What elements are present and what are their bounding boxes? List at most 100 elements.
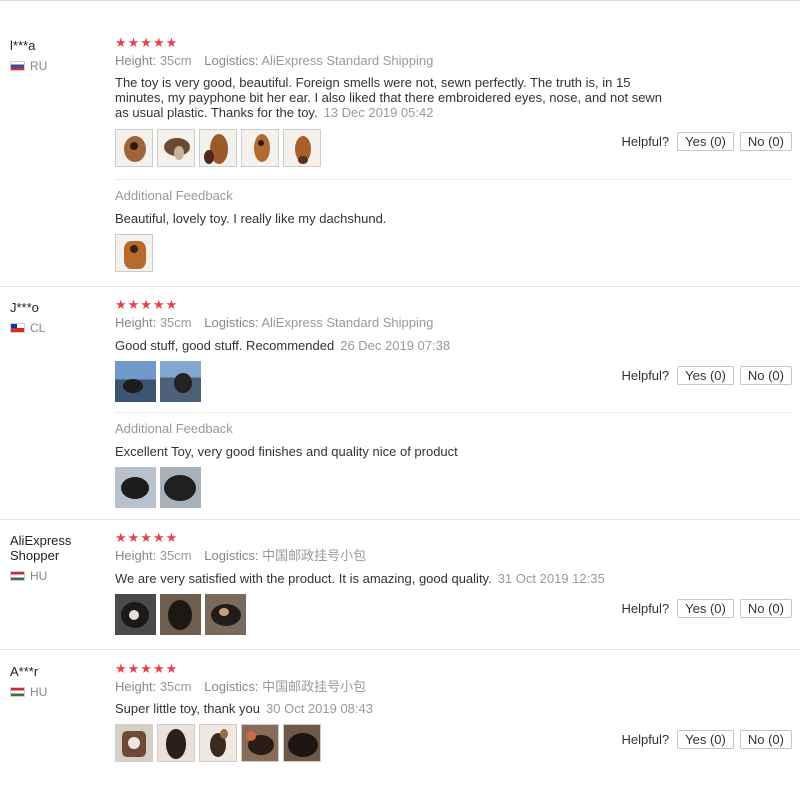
review-photos [115,361,201,402]
helpful-label: Helpful? [621,601,670,616]
additional-feedback-text: Beautiful, lovely toy. I really like my … [115,211,387,226]
divider [115,179,792,180]
country-code: RU [30,59,48,73]
review-photo[interactable] [205,594,246,635]
review-photo[interactable] [283,129,321,167]
helpful-yes-button[interactable]: Yes (0) [677,730,734,749]
review-photo[interactable] [160,594,201,635]
divider [0,286,800,287]
additional-feedback-text: Excellent Toy, very good finishes and qu… [115,444,458,459]
top-border [0,0,800,1]
review-meta: Height: 35cm Logistics: AliExpress Stand… [115,53,433,69]
logistics-label: Logistics: [204,548,259,563]
height-label: Height: [115,315,157,330]
review-photo[interactable] [157,724,195,762]
helpful-yes-button[interactable]: Yes (0) [677,132,734,151]
logistics-value: AliExpress Standard Shipping [261,53,434,68]
review-photo[interactable] [115,361,156,402]
country-code: HU [30,569,48,583]
reviewer-country: HU [10,685,100,699]
reviewer-name: l***a [10,38,36,53]
helpful-label: Helpful? [621,368,670,383]
review-photo[interactable] [115,467,156,508]
review-photo[interactable] [283,724,321,762]
review-photo[interactable] [199,129,237,167]
flag-chile-icon [10,323,25,333]
review-photos [115,594,246,635]
review-photo[interactable] [115,724,153,762]
helpful-yes-button[interactable]: Yes (0) [677,599,734,618]
review-date: 31 Oct 2019 12:35 [497,571,605,586]
star-rating: ★★★★★ [115,35,179,50]
helpful-label: Helpful? [621,732,670,747]
divider [0,519,800,520]
reviewer-info: J***o CL [10,300,100,335]
review-photo[interactable] [241,129,279,167]
country-code: CL [30,321,46,335]
review-photo[interactable] [241,724,279,762]
height-value: 35cm [159,315,192,330]
review-date: 13 Dec 2019 05:42 [323,105,434,120]
review-item: AliExpress Shopper HU ★★★★★ Height: 35cm… [0,529,800,650]
height-label: Height: [115,53,157,68]
star-rating: ★★★★★ [115,297,179,312]
reviewer-name: AliExpress Shopper [10,533,72,563]
helpful-yes-button[interactable]: Yes (0) [677,366,734,385]
additional-feedback-title: Additional Feedback [115,188,233,203]
logistics-label: Logistics: [204,53,259,68]
reviewer-country: HU [10,569,100,583]
review-meta: Height: 35cm Logistics: 中国邮政挂号小包 [115,679,366,695]
flag-hungary-icon [10,687,25,697]
logistics-label: Logistics: [204,315,259,330]
review-text-line: as usual plastic. Thanks for the toy. 13 … [115,105,434,120]
helpful-controls: Helpful? Yes (0) No (0) [621,366,792,385]
helpful-label: Helpful? [621,134,670,149]
logistics-value: 中国邮政挂号小包 [262,548,367,563]
review-meta: Height: 35cm Logistics: AliExpress Stand… [115,315,433,331]
review-text: Super little toy, thank you 30 Oct 2019 0… [115,701,373,716]
review-text-line: minutes, my payphone bit her ear. I also… [115,90,663,105]
helpful-controls: Helpful? Yes (0) No (0) [621,132,792,151]
review-item: J***o CL ★★★★★ Height: 35cm Logistics: A… [0,296,800,520]
height-value: 35cm [159,53,192,68]
review-text: We are very satisfied with the product. … [115,571,605,586]
review-photo[interactable] [115,129,153,167]
review-meta: Height: 35cm Logistics: 中国邮政挂号小包 [115,548,366,564]
height-value: 35cm [159,679,192,694]
review-photo[interactable] [199,724,237,762]
helpful-no-button[interactable]: No (0) [739,730,792,749]
country-code: HU [30,685,48,699]
review-photo[interactable] [115,234,153,272]
height-label: Height: [115,679,157,694]
helpful-no-button[interactable]: No (0) [739,366,792,385]
review-photo[interactable] [160,361,201,402]
helpful-controls: Helpful? Yes (0) No (0) [621,599,792,618]
review-date: 30 Oct 2019 08:43 [266,701,373,716]
logistics-label: Logistics: [204,679,259,694]
helpful-controls: Helpful? Yes (0) No (0) [621,730,792,749]
helpful-no-button[interactable]: No (0) [739,132,792,151]
reviewer-info: A***r HU [10,664,100,699]
review-text-line: The toy is very good, beautiful. Foreign… [115,75,631,90]
review-photos [115,724,321,762]
review-item: A***r HU ★★★★★ Height: 35cm Logistics: 中… [0,660,800,780]
review-photos [115,129,321,167]
reviewer-info: l***a RU [10,38,100,73]
review-text: Good stuff, good stuff. Recommended 26 De… [115,338,451,353]
additional-feedback-photos [115,234,153,272]
review-photo[interactable] [157,129,195,167]
reviewer-country: CL [10,321,100,335]
review-photo[interactable] [160,467,201,508]
reviewer-name: J***o [10,300,39,315]
star-rating: ★★★★★ [115,661,179,676]
review-photo[interactable] [115,594,156,635]
logistics-value: 中国邮政挂号小包 [262,679,367,694]
divider [115,412,792,413]
logistics-value: AliExpress Standard Shipping [261,315,434,330]
helpful-no-button[interactable]: No (0) [739,599,792,618]
additional-feedback-photos [115,467,201,508]
review-text: The toy is very good, beautiful. Foreign… [115,75,715,120]
flag-russia-icon [10,61,25,71]
review-item: l***a RU ★★★★★ Height: 35cm Logistics: A… [0,34,800,287]
flag-hungary-icon [10,571,25,581]
